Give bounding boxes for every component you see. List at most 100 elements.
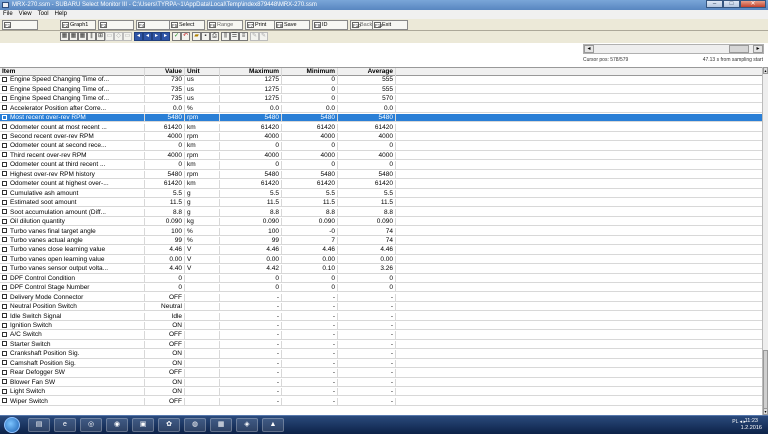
- table-row[interactable]: Ignition Switch ON - - -: [0, 322, 762, 331]
- scroll-left-icon[interactable]: ◂: [584, 45, 594, 53]
- row-checkbox[interactable]: [2, 256, 7, 262]
- table-row[interactable]: Estimated soot amount 11.5 g 11.5 11.5 11.5: [0, 199, 762, 208]
- explorer-icon[interactable]: ▤: [28, 418, 50, 432]
- table-row[interactable]: DPF Control Condition 0 0 0 0: [0, 274, 762, 284]
- ie-icon[interactable]: e: [54, 418, 76, 432]
- ssm-icon[interactable]: ◎: [80, 418, 102, 432]
- time-scrollbar[interactable]: ◂ ▸: [583, 44, 764, 54]
- row-checkbox[interactable]: [2, 360, 7, 366]
- undo-icon[interactable]: ↶: [181, 32, 190, 41]
- fkey-range[interactable]: F6 Range: [207, 20, 243, 30]
- header-value[interactable]: Value: [145, 68, 185, 76]
- table-row[interactable]: Turbo vanes final target angle 100% 100 -0 7…: [0, 227, 762, 236]
- row-checkbox[interactable]: [2, 124, 7, 130]
- row-checkbox[interactable]: [2, 76, 7, 82]
- row-checkbox[interactable]: [2, 294, 7, 300]
- row-checkbox[interactable]: [2, 369, 7, 375]
- table-row[interactable]: Turbo vanes sensor output volta... 4.40 V 4…: [0, 265, 762, 274]
- fkey-f4[interactable]: F4: [136, 20, 172, 30]
- table-row[interactable]: Turbo vanes open learning value 0.00 V 0.00…: [0, 255, 762, 265]
- table-scrollbar[interactable]: ▴ ▾: [762, 67, 768, 415]
- header-unit[interactable]: Unit: [185, 68, 220, 76]
- list-icon[interactable]: ≡: [239, 32, 248, 41]
- table-row[interactable]: A/C Switch OFF - - -: [0, 331, 762, 340]
- table-row[interactable]: Accelerator Position after Corre... 0.0% 0…: [0, 104, 762, 113]
- list-icon[interactable]: ☰: [230, 32, 239, 41]
- skip-back-icon[interactable]: ◂: [134, 32, 143, 41]
- start-button[interactable]: [4, 417, 20, 433]
- table-row[interactable]: Starter Switch OFF - - -: [0, 340, 762, 350]
- row-checkbox[interactable]: [2, 199, 7, 205]
- row-checkbox[interactable]: [2, 341, 7, 347]
- row-checkbox[interactable]: [2, 331, 7, 337]
- row-checkbox[interactable]: [2, 142, 7, 148]
- table-row[interactable]: DPF Control Stage Number 0 0 0 0: [0, 284, 762, 293]
- row-checkbox[interactable]: [2, 114, 7, 120]
- menu-view[interactable]: View: [19, 10, 32, 19]
- table-row[interactable]: Odometer count at highest over-... 61420 k…: [0, 180, 762, 189]
- clock[interactable]: 11:23 1.2.2016: [741, 418, 762, 432]
- bars-icon[interactable]: ∥: [87, 32, 96, 41]
- table-row[interactable]: Soot accumulation amount (Diff... 8.8 g 8.8…: [0, 208, 762, 217]
- row-checkbox[interactable]: [2, 265, 7, 271]
- table-row[interactable]: Highest over-rev RPM history 5480 rpm 5480 5…: [0, 170, 762, 180]
- minimize-button[interactable]: –: [706, 0, 723, 8]
- close-button[interactable]: ✕: [740, 0, 766, 8]
- row-checkbox[interactable]: [2, 284, 7, 290]
- table-row[interactable]: Second recent over-rev RPM 4000 rpm 4000 400…: [0, 133, 762, 142]
- table-row[interactable]: Odometer count at second rece... 0 km 0 0 0: [0, 142, 762, 151]
- grid-icon[interactable]: ▦: [78, 32, 87, 41]
- bars-icon[interactable]: ⊞: [96, 32, 105, 41]
- save-icon[interactable]: ▪: [201, 32, 210, 41]
- row-checkbox[interactable]: [2, 152, 7, 158]
- skip-forward-icon[interactable]: ▸: [161, 32, 170, 41]
- table-row[interactable]: Engine Speed Changing Time of... 735 us 127…: [0, 95, 762, 104]
- table-row[interactable]: Most recent over-rev RPM 5480 rpm 5480 5480 5…: [0, 114, 762, 123]
- folder-icon[interactable]: ▰: [192, 32, 201, 41]
- row-checkbox[interactable]: [2, 161, 7, 167]
- row-checkbox[interactable]: [2, 133, 7, 139]
- table-row[interactable]: Rear Defogger SW OFF - - -: [0, 369, 762, 378]
- table-row[interactable]: Engine Speed Changing Time of... 730 us 127…: [0, 76, 762, 85]
- ssm-active-icon[interactable]: ◈: [236, 418, 258, 432]
- maximize-button[interactable]: □: [723, 0, 740, 8]
- step-back-icon[interactable]: ◂: [143, 32, 152, 41]
- table-row[interactable]: Delivery Mode Connector OFF - - -: [0, 293, 762, 302]
- table-row[interactable]: Light Switch ON - - -: [0, 388, 762, 397]
- row-checkbox[interactable]: [2, 398, 7, 404]
- spotify-icon[interactable]: ◍: [184, 418, 206, 432]
- row-checkbox[interactable]: [2, 350, 7, 356]
- row-checkbox[interactable]: [2, 379, 7, 385]
- row-checkbox[interactable]: [2, 228, 7, 233]
- table-row[interactable]: Wiper Switch OFF - - -: [0, 397, 762, 406]
- fkey-id[interactable]: F9 ID: [312, 20, 348, 30]
- fkey-graph1[interactable]: F2 Graph1: [60, 20, 96, 30]
- fkey-save[interactable]: F8 Save: [274, 20, 310, 30]
- fkey-f3[interactable]: F3: [98, 20, 134, 30]
- menu-help[interactable]: Help: [55, 10, 67, 19]
- scroll-right-icon[interactable]: ▸: [753, 45, 763, 53]
- row-checkbox[interactable]: [2, 105, 7, 111]
- table-row[interactable]: Cumulative ash amount 5.5 g 5.5 5.5 5.5: [0, 189, 762, 198]
- row-checkbox[interactable]: [2, 190, 7, 196]
- scroll-up-icon[interactable]: ▴: [763, 67, 768, 74]
- row-checkbox[interactable]: [2, 275, 7, 281]
- scroll-thumb[interactable]: [729, 45, 749, 53]
- box-icon[interactable]: ▭: [105, 32, 114, 41]
- table-row[interactable]: Camshaft Position Sig. ON - - -: [0, 359, 762, 369]
- table-row[interactable]: Third recent over-rev RPM 4000 rpm 4000 4000…: [0, 151, 762, 161]
- table-row[interactable]: Blower Fan SW ON - - -: [0, 378, 762, 387]
- pdf-icon[interactable]: ▲: [262, 418, 284, 432]
- pen-icon[interactable]: ✎: [259, 32, 268, 41]
- menu-file[interactable]: File: [3, 10, 13, 19]
- header-average[interactable]: Average: [338, 68, 396, 76]
- pen-icon[interactable]: ✎: [250, 32, 259, 41]
- row-checkbox[interactable]: [2, 171, 7, 177]
- fkey-f1[interactable]: F1: [2, 20, 38, 30]
- grid-icon[interactable]: ▦: [60, 32, 69, 41]
- table-row[interactable]: Odometer count at most recent ... 61420 km…: [0, 123, 762, 132]
- header-item[interactable]: Item: [0, 68, 145, 76]
- print-icon[interactable]: ⎙: [210, 32, 219, 41]
- box-icon[interactable]: ▭: [123, 32, 132, 41]
- table-row[interactable]: Turbo vanes actual angle 99% 99 7 74: [0, 236, 762, 246]
